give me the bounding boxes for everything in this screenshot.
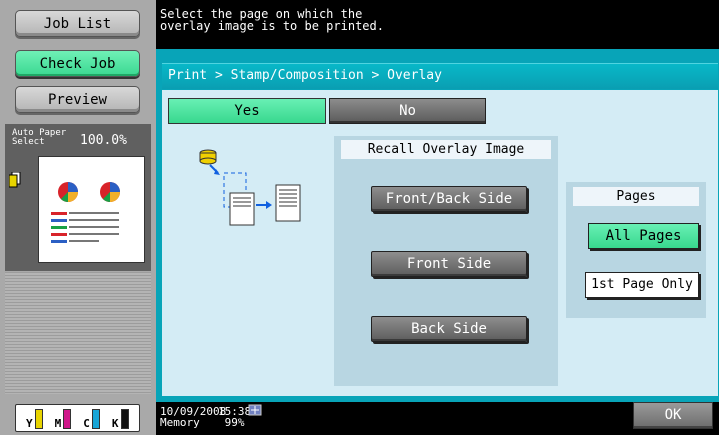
pages-title: Pages (573, 187, 699, 206)
toner-m-bar (63, 409, 72, 429)
network-icon (248, 404, 262, 416)
first-page-only-button[interactable]: 1st Page Only (585, 272, 699, 298)
toner-c-label: C (83, 417, 90, 430)
toner-c-bar (91, 409, 100, 429)
back-side-button[interactable]: Back Side (371, 316, 527, 342)
zoom-ratio: 100.0% (80, 133, 127, 148)
toner-k-label: K (111, 417, 119, 430)
job-list-button[interactable]: Job List (15, 10, 140, 37)
document-stack-icon (9, 172, 21, 188)
toner-y-label: Y (26, 417, 33, 430)
page-thumbnail (38, 156, 145, 263)
status-date-memory: 10/09/2008 Memory (160, 405, 227, 429)
front-side-button[interactable]: Front Side (371, 251, 527, 277)
check-job-button[interactable]: Check Job (15, 50, 140, 77)
toner-y-bar (34, 409, 43, 429)
overlay-illustration-icon (199, 149, 301, 226)
all-pages-button[interactable]: All Pages (588, 223, 699, 249)
no-button[interactable]: No (329, 98, 486, 124)
yes-button[interactable]: Yes (168, 98, 326, 124)
toner-k-bar (120, 409, 129, 429)
toner-m-label: M (54, 417, 62, 430)
breadcrumb: Print > Stamp/Composition > Overlay (168, 68, 442, 83)
status-time-percent: 15:38 99% (218, 405, 252, 429)
front-back-side-button[interactable]: Front/Back Side (371, 186, 527, 212)
instruction-message: Select the page on which the overlay ima… (160, 7, 384, 33)
recall-overlay-title: Recall Overlay Image (341, 140, 551, 159)
ok-button[interactable]: OK (633, 402, 713, 429)
preview-button[interactable]: Preview (15, 86, 140, 113)
left-stripes (5, 272, 151, 394)
toner-indicator: Y M C K (15, 404, 140, 432)
thumbnail-content-icon (51, 182, 120, 243)
